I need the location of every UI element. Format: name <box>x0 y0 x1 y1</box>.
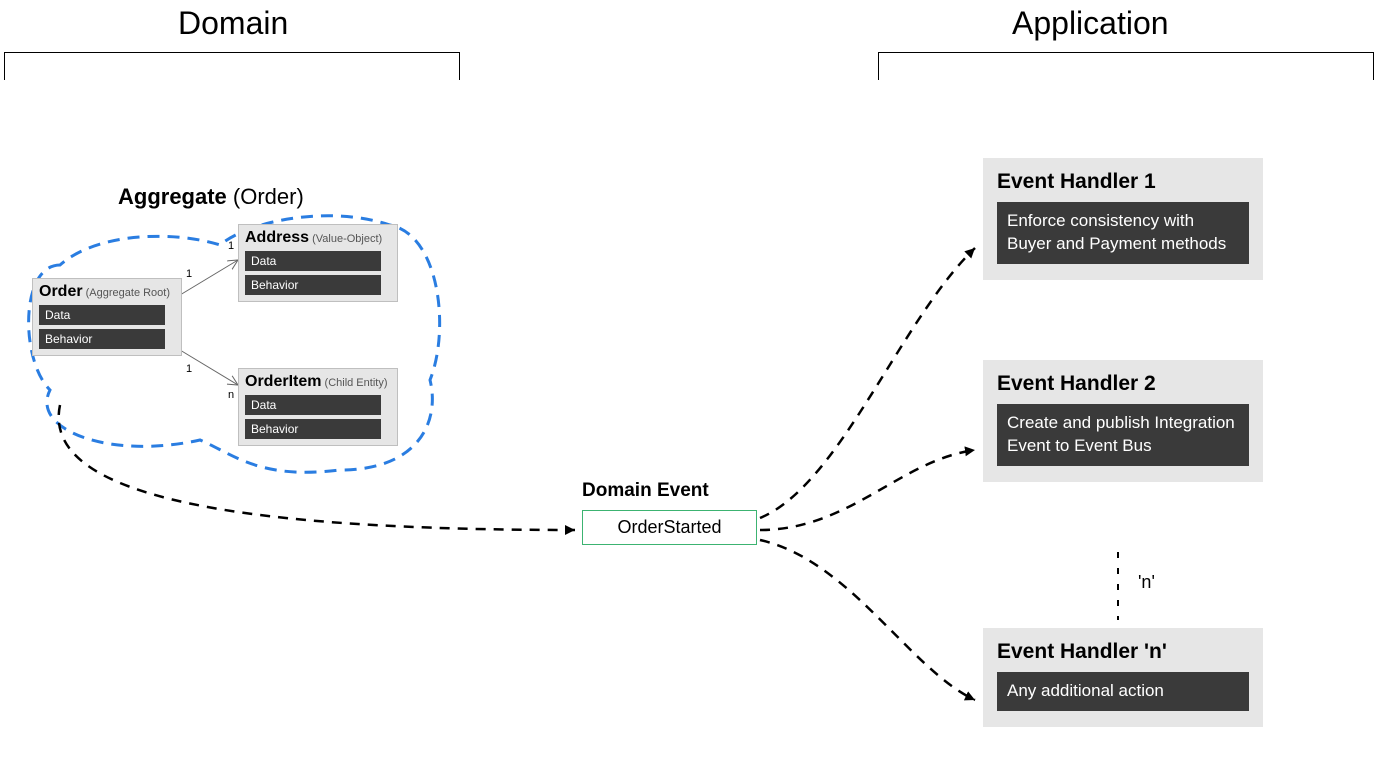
entity-orderitem-behavior: Behavior <box>245 419 381 439</box>
entity-address: Address (Value-Object) Data Behavior <box>238 224 398 302</box>
section-title-domain: Domain <box>178 5 288 42</box>
event-handler-2-title: Event Handler 2 <box>997 372 1249 396</box>
mult-1b: 1 <box>228 240 234 252</box>
bracket-domain <box>4 52 460 80</box>
rel-order-address <box>180 260 238 295</box>
entity-orderitem: OrderItem (Child Entity) Data Behavior <box>238 368 398 446</box>
bracket-application <box>878 52 1374 80</box>
entity-order: Order (Aggregate Root) Data Behavior <box>32 278 182 356</box>
event-handler-n: Event Handler 'n' Any additional action <box>983 628 1263 727</box>
event-handler-1-desc: Enforce consistency with Buyer and Payme… <box>997 202 1249 264</box>
entity-orderitem-tag: (Child Entity) <box>321 377 387 389</box>
entity-order-tag: (Aggregate Root) <box>83 287 170 299</box>
entity-address-tag: (Value-Object) <box>309 233 382 245</box>
entity-address-behavior: Behavior <box>245 275 381 295</box>
entity-orderitem-name: OrderItem <box>245 373 321 390</box>
entity-orderitem-data: Data <box>245 395 381 415</box>
domain-event-box: OrderStarted <box>582 510 757 545</box>
event-handler-n-title: Event Handler 'n' <box>997 640 1249 664</box>
aggregate-label-bold: Aggregate <box>118 184 227 209</box>
entity-order-name: Order <box>39 283 83 300</box>
mult-1c: 1 <box>186 363 192 375</box>
entity-address-name: Address <box>245 229 309 246</box>
event-handler-2-desc: Create and publish Integration Event to … <box>997 404 1249 466</box>
event-handler-1: Event Handler 1 Enforce consistency with… <box>983 158 1263 280</box>
arrow-event-to-h2 <box>760 450 975 530</box>
arrow-event-to-h1 <box>760 248 975 518</box>
mult-1a: 1 <box>186 268 192 280</box>
aggregate-label: Aggregate (Order) <box>118 184 304 210</box>
aggregate-label-light: (Order) <box>227 184 304 209</box>
domain-event-label: Domain Event <box>582 480 709 502</box>
entity-order-data: Data <box>39 305 165 325</box>
mult-n: n <box>228 389 234 401</box>
entity-order-behavior: Behavior <box>39 329 165 349</box>
event-handler-2: Event Handler 2 Create and publish Integ… <box>983 360 1263 482</box>
n-label: 'n' <box>1138 572 1155 593</box>
event-handler-1-title: Event Handler 1 <box>997 170 1249 194</box>
event-handler-n-desc: Any additional action <box>997 672 1249 711</box>
rel-order-orderitem <box>180 350 238 385</box>
section-title-application: Application <box>1012 5 1169 42</box>
arrow-event-to-hn <box>760 540 975 700</box>
entity-address-data: Data <box>245 251 381 271</box>
